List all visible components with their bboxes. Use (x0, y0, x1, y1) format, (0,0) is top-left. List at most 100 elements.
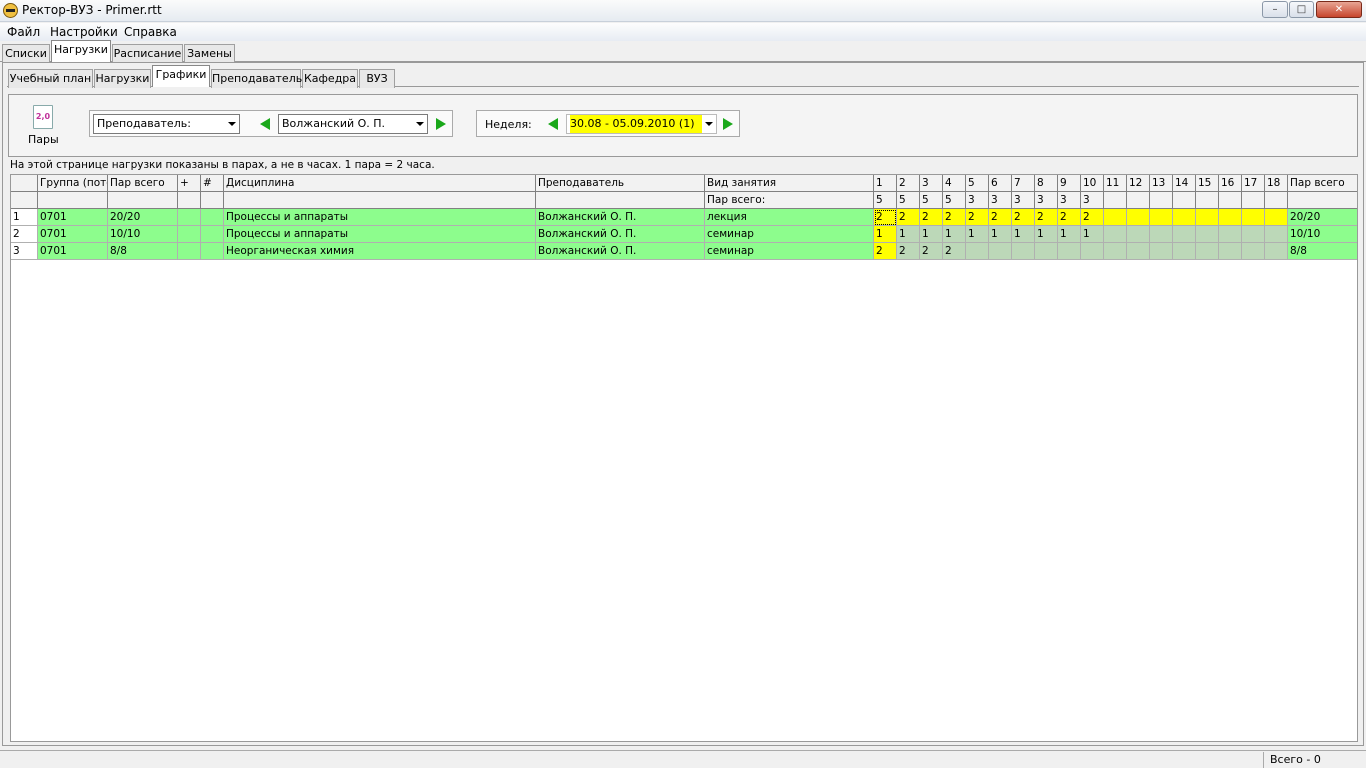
week-load-cell[interactable] (1150, 243, 1173, 260)
week-number-header[interactable]: 1 (874, 175, 897, 192)
plus-header[interactable]: + (178, 175, 201, 192)
week-number-header[interactable]: 12 (1127, 175, 1150, 192)
teacher-combo[interactable]: Волжанский О. П. (278, 114, 428, 134)
week-load-cell[interactable]: 2 (943, 209, 966, 226)
row-number[interactable]: 3 (11, 243, 38, 260)
tab-study-plan[interactable]: Учебный план (8, 69, 93, 88)
week-load-cell[interactable]: 2 (874, 243, 897, 260)
discipline-cell[interactable]: Процессы и аппараты (224, 209, 536, 226)
week-number-header[interactable]: 18 (1265, 175, 1288, 192)
row-number[interactable]: 1 (11, 209, 38, 226)
week-load-cell[interactable] (1058, 243, 1081, 260)
week-load-cell[interactable] (1242, 226, 1265, 243)
teacher-cell[interactable]: Волжанский О. П. (536, 226, 705, 243)
week-number-header[interactable]: 3 (920, 175, 943, 192)
pairs-icon[interactable]: 2,0 (33, 105, 53, 129)
week-load-cell[interactable] (1196, 243, 1219, 260)
week-load-cell[interactable]: 2 (920, 243, 943, 260)
week-load-cell[interactable]: 1 (920, 226, 943, 243)
week-load-cell[interactable]: 1 (1012, 226, 1035, 243)
week-load-cell[interactable] (1173, 226, 1196, 243)
tab-loads[interactable]: Нагрузки (51, 40, 111, 62)
week-load-cell[interactable] (1242, 209, 1265, 226)
week-load-cell[interactable] (1127, 226, 1150, 243)
tab-lists[interactable]: Списки (2, 44, 50, 63)
hash-cell[interactable] (201, 209, 224, 226)
tab-replacements[interactable]: Замены (184, 44, 235, 63)
week-load-cell[interactable]: 1 (989, 226, 1012, 243)
tab-teacher[interactable]: Преподаватель (211, 69, 302, 88)
pairs-label[interactable]: Пары (28, 133, 59, 146)
week-load-cell[interactable]: 2 (989, 209, 1012, 226)
filter-type-combo[interactable]: Преподаватель: (93, 114, 240, 134)
week-load-cell[interactable]: 2 (1012, 209, 1035, 226)
row-sum-cell[interactable]: 20/20 (1288, 209, 1357, 226)
week-load-cell[interactable] (1265, 226, 1288, 243)
group-cell[interactable]: 0701 (38, 209, 108, 226)
week-load-cell[interactable] (1127, 243, 1150, 260)
week-load-cell[interactable]: 2 (874, 209, 897, 226)
week-load-cell[interactable]: 2 (920, 209, 943, 226)
week-number-header[interactable]: 7 (1012, 175, 1035, 192)
teacher-cell[interactable]: Волжанский О. П. (536, 243, 705, 260)
week-load-cell[interactable] (1173, 209, 1196, 226)
class-type-cell[interactable]: семинар (705, 226, 874, 243)
row-sum-cell[interactable]: 8/8 (1288, 243, 1357, 260)
week-load-cell[interactable]: 1 (1081, 226, 1104, 243)
tab-university[interactable]: ВУЗ (359, 69, 395, 88)
week-load-cell[interactable]: 2 (1081, 209, 1104, 226)
week-load-cell[interactable]: 1 (1035, 226, 1058, 243)
week-load-cell[interactable] (1242, 243, 1265, 260)
week-number-header[interactable]: 10 (1081, 175, 1104, 192)
week-load-cell[interactable]: 2 (966, 209, 989, 226)
plus-cell[interactable] (178, 209, 201, 226)
menu-help[interactable]: Справка (124, 25, 177, 39)
week-load-cell[interactable] (1219, 226, 1242, 243)
week-load-cell[interactable]: 1 (897, 226, 920, 243)
week-load-cell[interactable]: 2 (897, 243, 920, 260)
group-cell[interactable]: 0701 (38, 226, 108, 243)
week-load-cell[interactable] (1012, 243, 1035, 260)
class-type-cell[interactable]: лекция (705, 209, 874, 226)
discipline-cell[interactable]: Процессы и аппараты (224, 226, 536, 243)
plus-cell[interactable] (178, 226, 201, 243)
hash-header[interactable]: # (201, 175, 224, 192)
row-number[interactable]: 2 (11, 226, 38, 243)
next-teacher-arrow-icon[interactable] (436, 118, 446, 130)
week-load-cell[interactable]: 1 (943, 226, 966, 243)
week-load-cell[interactable] (1150, 209, 1173, 226)
week-number-header[interactable]: 11 (1104, 175, 1127, 192)
group-header[interactable]: Группа (поток) (38, 175, 108, 192)
tab-charts[interactable]: Графики (152, 65, 210, 87)
week-number-header[interactable]: 17 (1242, 175, 1265, 192)
week-load-cell[interactable]: 2 (897, 209, 920, 226)
week-number-header[interactable]: 4 (943, 175, 966, 192)
week-load-cell[interactable] (1265, 243, 1288, 260)
prev-teacher-arrow-icon[interactable] (260, 118, 270, 130)
maximize-button[interactable]: □ (1289, 1, 1314, 18)
week-load-cell[interactable] (1265, 209, 1288, 226)
week-load-cell[interactable] (1173, 243, 1196, 260)
week-load-cell[interactable]: 2 (943, 243, 966, 260)
week-load-cell[interactable] (1104, 243, 1127, 260)
total-pairs-cell[interactable]: 8/8 (108, 243, 178, 260)
week-number-header[interactable]: 5 (966, 175, 989, 192)
close-button[interactable]: ✕ (1316, 1, 1362, 18)
week-number-header[interactable]: 6 (989, 175, 1012, 192)
week-number-header[interactable]: 8 (1035, 175, 1058, 192)
week-combo[interactable]: 30.08 - 05.09.2010 (1) (566, 114, 717, 134)
week-load-cell[interactable]: 2 (1035, 209, 1058, 226)
week-load-cell[interactable]: 1 (874, 226, 897, 243)
week-number-header[interactable]: 15 (1196, 175, 1219, 192)
menu-settings[interactable]: Настройки (50, 25, 118, 39)
week-load-cell[interactable] (1104, 209, 1127, 226)
week-load-cell[interactable] (1081, 243, 1104, 260)
teacher-cell[interactable]: Волжанский О. П. (536, 209, 705, 226)
row-sum-cell[interactable]: 10/10 (1288, 226, 1357, 243)
week-number-header[interactable]: 9 (1058, 175, 1081, 192)
week-load-cell[interactable]: 2 (1058, 209, 1081, 226)
week-load-cell[interactable] (1196, 226, 1219, 243)
week-number-header[interactable]: 16 (1219, 175, 1242, 192)
tab-schedule[interactable]: Расписание (112, 44, 183, 63)
hash-cell[interactable] (201, 226, 224, 243)
